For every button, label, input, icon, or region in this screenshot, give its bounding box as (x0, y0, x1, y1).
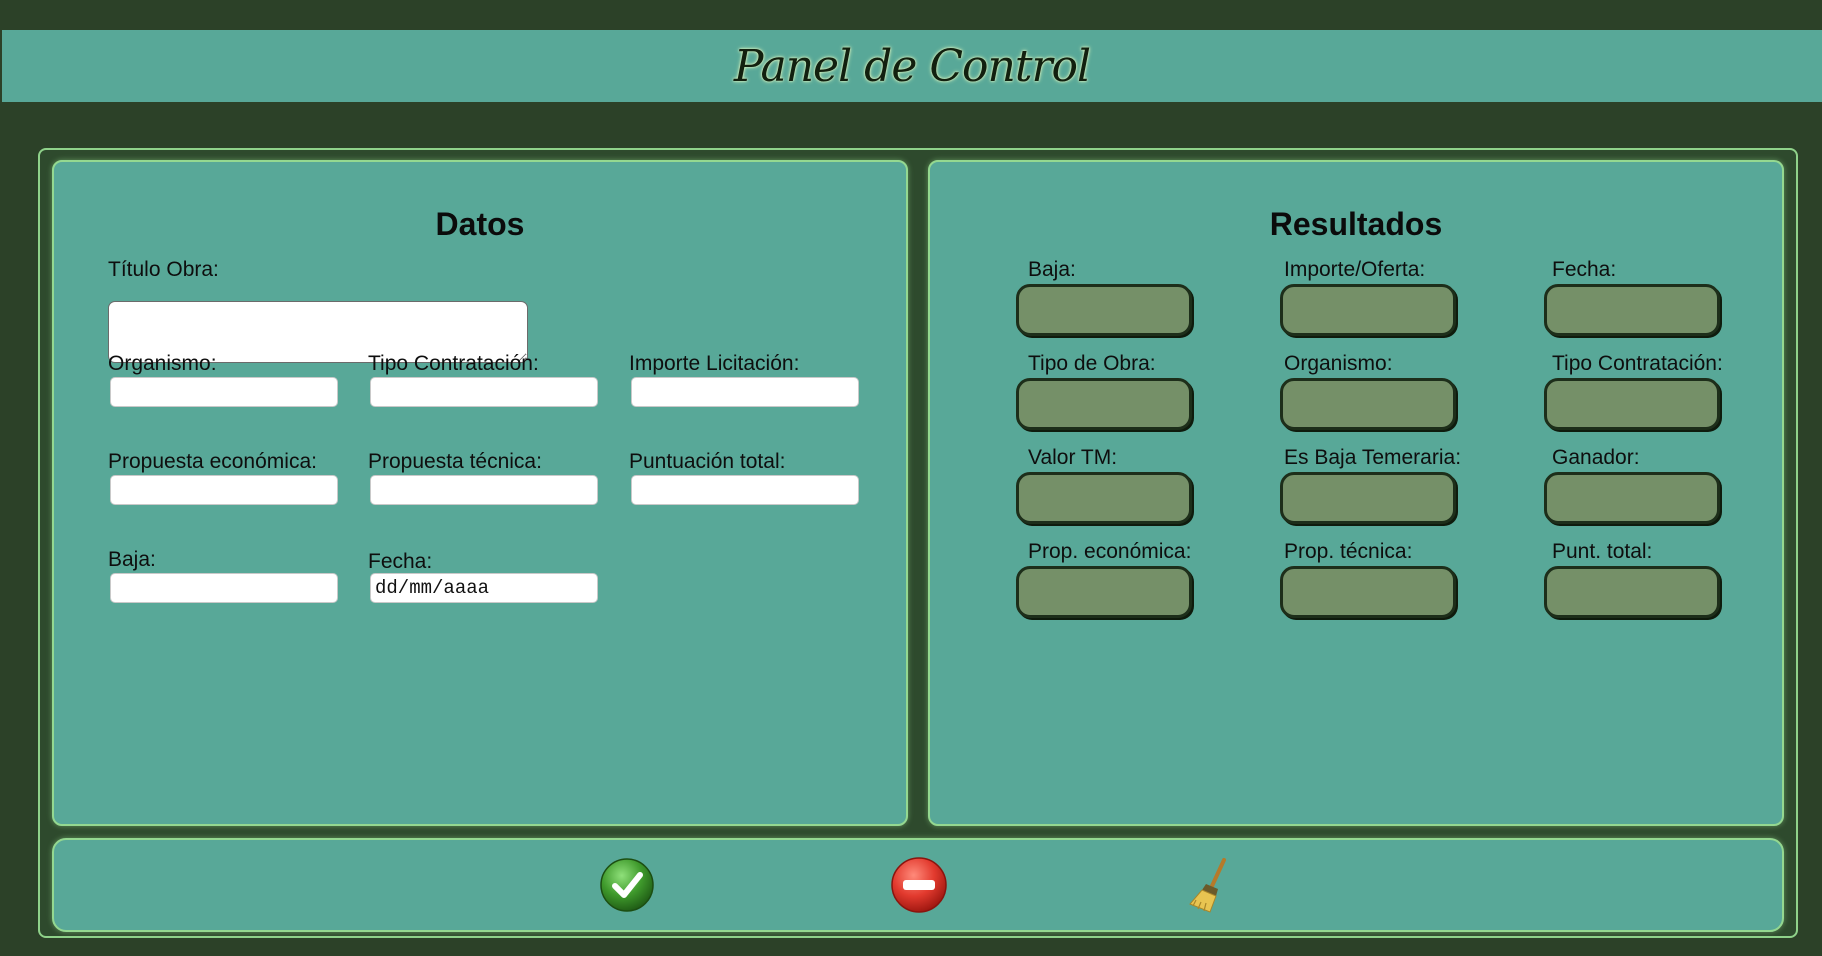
fecha-label: Fecha: (368, 550, 433, 573)
res-organismo-output (1280, 378, 1456, 430)
datos-title: Datos (435, 206, 525, 242)
res-prop-tecnica-label: Prop. técnica: (1284, 540, 1413, 563)
puntuacion-total-label: Puntuación total: (629, 450, 786, 473)
actions-panel (52, 838, 1784, 932)
clear-button[interactable] (1184, 856, 1242, 914)
res-valor-tm-label: Valor TM: (1028, 446, 1118, 469)
res-baja-temeraria-label: Es Baja Temeraria: (1284, 446, 1462, 469)
puntuacion-total-input[interactable] (631, 475, 859, 505)
main-container: Datos Título Obra: Organismo: Tipo Contr… (38, 148, 1798, 938)
baja-label: Baja: (108, 548, 156, 571)
res-punt-total-output (1544, 566, 1720, 618)
page: Panel de Control Datos Título Obra: Orga… (0, 0, 1822, 956)
propuesta-tecnica-input[interactable] (370, 475, 598, 505)
res-punt-total-label: Punt. total: (1552, 540, 1653, 563)
datos-panel: Datos Título Obra: Organismo: Tipo Contr… (52, 160, 908, 826)
propuesta-economica-label: Propuesta económica: (108, 450, 317, 473)
res-tipo-contratacion-output (1544, 378, 1720, 430)
res-baja-output (1016, 284, 1192, 336)
res-prop-economica-label: Prop. económica: (1028, 540, 1192, 563)
res-fecha-label: Fecha: (1552, 258, 1617, 281)
res-prop-tecnica-output (1280, 566, 1456, 618)
res-tipo-obra-label: Tipo de Obra: (1028, 352, 1156, 375)
fecha-input[interactable] (370, 573, 598, 603)
res-importe-oferta-label: Importe/Oferta: (1284, 258, 1426, 281)
check-icon (600, 858, 654, 912)
accept-button[interactable] (598, 856, 656, 914)
propuesta-tecnica-label: Propuesta técnica: (368, 450, 542, 473)
page-title: Panel de Control (733, 40, 1091, 92)
res-baja-temeraria-output (1280, 472, 1456, 524)
res-ganador-output (1544, 472, 1720, 524)
baja-input[interactable] (110, 573, 338, 603)
res-fecha-output (1544, 284, 1720, 336)
organismo-label: Organismo: (108, 352, 217, 375)
broom-icon (1189, 858, 1226, 913)
importe-licitacion-input[interactable] (631, 377, 859, 407)
importe-licitacion-label: Importe Licitación: (629, 352, 800, 375)
res-ganador-label: Ganador: (1552, 446, 1640, 469)
res-valor-tm-output (1016, 472, 1192, 524)
no-entry-icon (891, 857, 947, 913)
tipo-contratacion-input[interactable] (370, 377, 598, 407)
res-prop-economica-output (1016, 566, 1192, 618)
res-organismo-label: Organismo: (1284, 352, 1393, 375)
propuesta-economica-input[interactable] (110, 475, 338, 505)
res-tipo-obra-output (1016, 378, 1192, 430)
tipo-contratacion-label: Tipo Contratación: (368, 352, 539, 375)
resultados-panel: Resultados Baja: Importe/Oferta: Fecha: … (928, 160, 1784, 826)
cancel-button[interactable] (890, 856, 948, 914)
organismo-input[interactable] (110, 377, 338, 407)
header-bar: Panel de Control (2, 30, 1822, 102)
res-importe-oferta-output (1280, 284, 1456, 336)
titulo-obra-label: Título Obra: (108, 258, 219, 281)
res-tipo-contratacion-label: Tipo Contratación: (1552, 352, 1723, 375)
res-baja-label: Baja: (1028, 258, 1076, 281)
resultados-title: Resultados (1269, 206, 1443, 242)
